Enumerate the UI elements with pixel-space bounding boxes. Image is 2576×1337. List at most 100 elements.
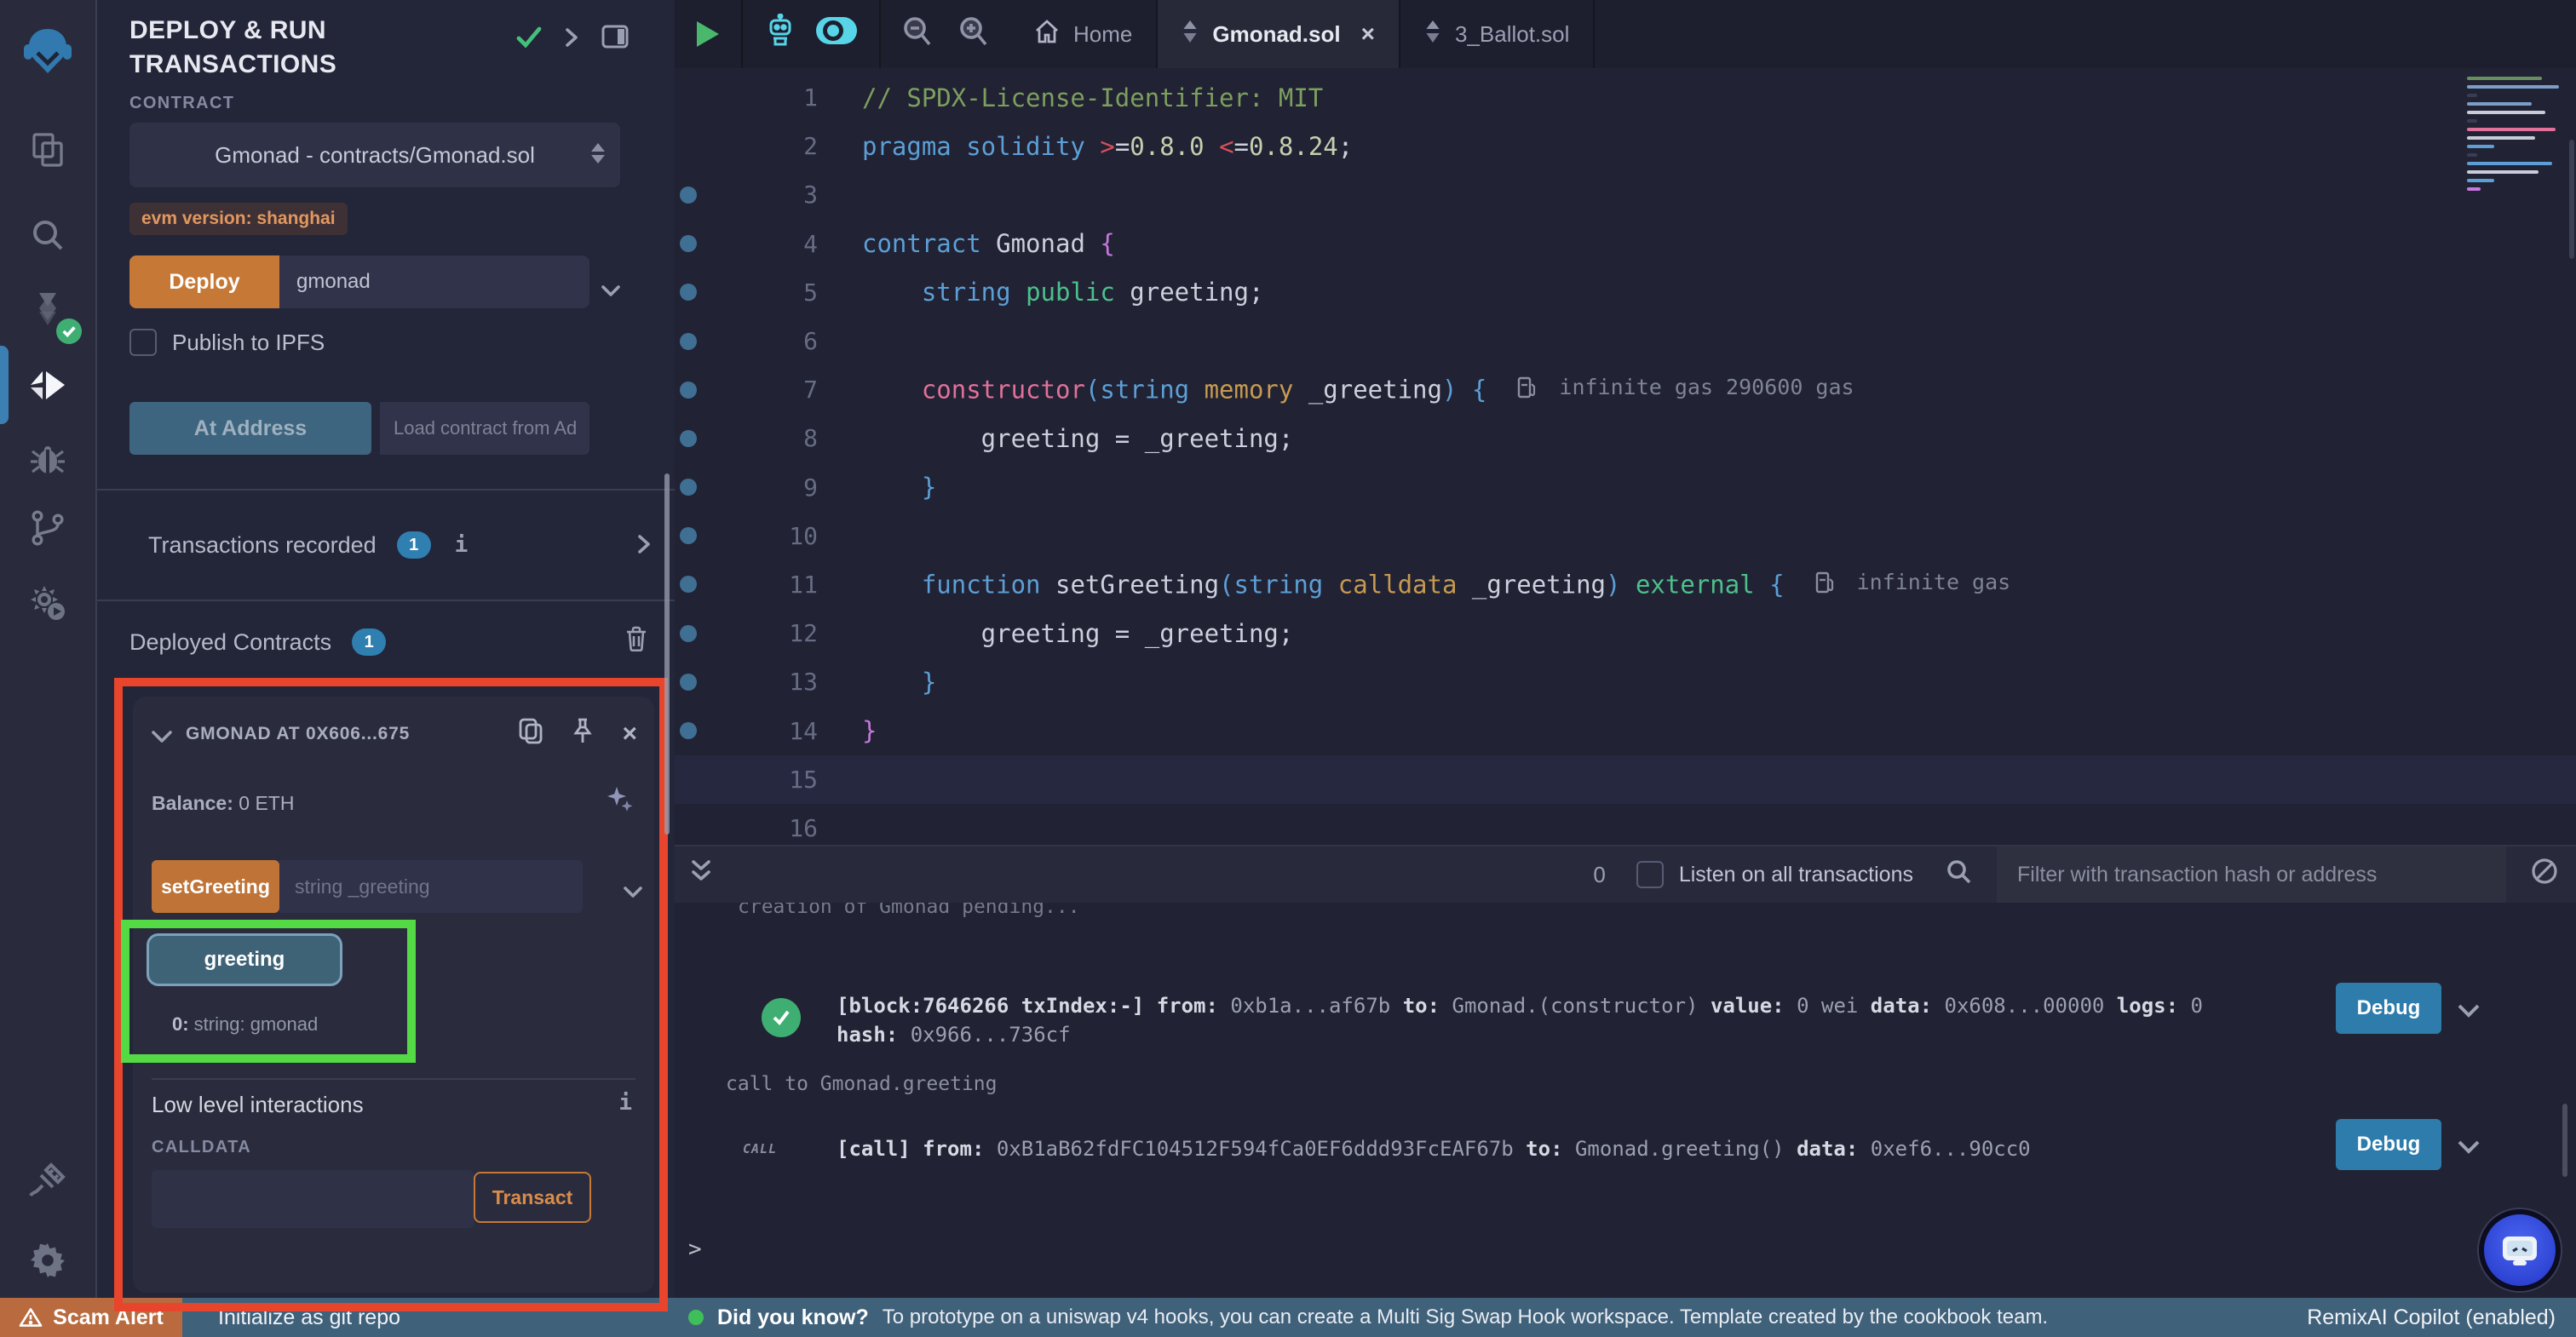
transaction-filter-input[interactable]: [1997, 846, 2506, 903]
code-line-2[interactable]: 2pragma solidity >=0.8.0 <=0.8.24;: [675, 122, 2576, 170]
code-line-6[interactable]: 6: [675, 317, 2576, 365]
copy-address-icon[interactable]: [518, 717, 543, 751]
gutter[interactable]: [675, 284, 702, 301]
code-line-3[interactable]: 3: [675, 170, 2576, 219]
listen-all-checkbox[interactable]: [1636, 861, 1664, 888]
gutter[interactable]: [675, 576, 702, 593]
run-script-button[interactable]: [675, 0, 741, 68]
terminal-body[interactable]: creation of Gmonad pending... > [block:7…: [675, 903, 2576, 1298]
gutter-dot-icon[interactable]: [680, 430, 697, 447]
code-line-10[interactable]: 10: [675, 512, 2576, 560]
scam-alert-badge[interactable]: Scam Alert: [0, 1298, 182, 1337]
sparkles-ai-icon[interactable]: [605, 785, 634, 821]
publish-ipfs-checkbox[interactable]: [129, 329, 157, 356]
trash-icon[interactable]: [625, 626, 647, 658]
debug-button[interactable]: Debug: [2336, 983, 2441, 1034]
setgreeting-arg-input[interactable]: [279, 860, 583, 913]
tab-Gmonad.sol[interactable]: Gmonad.sol×: [1158, 0, 1400, 68]
zoom-out-icon[interactable]: [901, 14, 934, 54]
solidity-compiler-icon[interactable]: [0, 279, 95, 341]
gutter[interactable]: [675, 722, 702, 739]
code-line-16[interactable]: 16: [675, 804, 2576, 845]
pin-icon[interactable]: [571, 717, 595, 751]
settings-icon[interactable]: [0, 1230, 95, 1291]
panel-collapse-icon[interactable]: [564, 24, 579, 55]
code-editor[interactable]: 1// SPDX-License-Identifier: MIT2pragma …: [675, 68, 2576, 845]
debug-button[interactable]: Debug: [2336, 1119, 2441, 1170]
editor-minimap[interactable]: [2467, 77, 2566, 196]
gutter-dot-icon[interactable]: [680, 235, 697, 252]
file-explorer-icon[interactable]: [0, 119, 95, 181]
gutter-dot-icon[interactable]: [680, 722, 697, 739]
code-line-11[interactable]: 11 function setGreeting(string calldata …: [675, 560, 2576, 609]
code-line-12[interactable]: 12 greeting = _greeting;: [675, 609, 2576, 657]
deploy-button[interactable]: Deploy: [129, 255, 279, 308]
code-line-4[interactable]: 4contract Gmonad {: [675, 220, 2576, 268]
remix-logo-icon[interactable]: [0, 22, 95, 83]
gutter[interactable]: [675, 235, 702, 252]
plug-icon[interactable]: [0, 1150, 95, 1211]
gutter-dot-icon[interactable]: [680, 284, 697, 301]
tx-log-block[interactable]: [block:7646266 txIndex:-] from: 0xb1a...…: [837, 991, 2319, 1049]
gutter-dot-icon[interactable]: [680, 576, 697, 593]
at-address-button[interactable]: At Address: [129, 402, 371, 455]
gutter[interactable]: [675, 382, 702, 399]
gutter-dot-icon[interactable]: [680, 382, 697, 399]
expand-tx-chevron-icon[interactable]: [2457, 1129, 2481, 1162]
terminal-search-icon[interactable]: [1944, 857, 1973, 892]
gutter-dot-icon[interactable]: [680, 674, 697, 691]
transactions-recorded-row[interactable]: Transactions recorded 1 i: [97, 491, 675, 600]
gutter[interactable]: [675, 527, 702, 544]
code-line-8[interactable]: 8 greeting = _greeting;: [675, 414, 2576, 462]
expand-chevron-icon[interactable]: [637, 530, 651, 561]
code-line-7[interactable]: 7 constructor(string memory _greeting) {…: [675, 365, 2576, 414]
remixai-assistant-button[interactable]: [2479, 1209, 2561, 1291]
tab-Home[interactable]: Home: [1010, 0, 1158, 68]
call-log-block[interactable]: [call] from: 0xB1aB62fdFC104512F594fCa0E…: [837, 1134, 2319, 1163]
code-line-15[interactable]: 15: [675, 755, 2576, 804]
code-line-5[interactable]: 5 string public greeting;: [675, 268, 2576, 317]
gutter[interactable]: [675, 333, 702, 350]
remixai-robot-icon[interactable]: [763, 14, 797, 55]
git-icon[interactable]: [0, 497, 95, 559]
gutter-dot-icon[interactable]: [680, 527, 697, 544]
gutter-dot-icon[interactable]: [680, 625, 697, 642]
contract-select[interactable]: Gmonad - contracts/Gmonad.sol: [129, 123, 620, 187]
expand-terminal-icon[interactable]: [690, 858, 712, 891]
setgreeting-button[interactable]: setGreeting: [152, 860, 279, 913]
close-instance-icon[interactable]: ×: [622, 721, 637, 747]
gutter-dot-icon[interactable]: [680, 479, 697, 496]
deploy-run-icon[interactable]: [0, 354, 95, 416]
editor-scrollbar[interactable]: [2569, 140, 2574, 259]
at-address-input[interactable]: [380, 402, 589, 455]
panel-layout-icon[interactable]: [601, 24, 629, 55]
gutter-dot-icon[interactable]: [680, 333, 697, 350]
code-line-14[interactable]: 14}: [675, 706, 2576, 755]
plugin-manager-icon[interactable]: [0, 572, 95, 634]
setgreeting-expand-chevron-icon[interactable]: [624, 874, 642, 905]
panel-scrollbar[interactable]: [664, 473, 670, 835]
constructor-arg-input[interactable]: [279, 255, 589, 308]
clear-console-icon[interactable]: [2530, 857, 2559, 892]
greeting-button[interactable]: greeting: [147, 933, 342, 986]
code-line-13[interactable]: 13 }: [675, 657, 2576, 706]
code-line-1[interactable]: 1// SPDX-License-Identifier: MIT: [675, 73, 2576, 122]
terminal-prompt[interactable]: >: [688, 1237, 702, 1262]
gutter[interactable]: [675, 479, 702, 496]
search-icon[interactable]: [0, 204, 95, 266]
gutter[interactable]: [675, 625, 702, 642]
tab-3_Ballot.sol[interactable]: 3_Ballot.sol: [1400, 0, 1595, 68]
git-init-button[interactable]: Initialize as git repo: [218, 1298, 400, 1337]
gutter[interactable]: [675, 674, 702, 691]
info-icon[interactable]: i: [455, 532, 469, 558]
tab-close-icon[interactable]: ×: [1361, 20, 1375, 48]
zoom-in-icon[interactable]: [957, 14, 990, 54]
collapse-chevron-icon[interactable]: [152, 719, 172, 750]
code-line-9[interactable]: 9 }: [675, 463, 2576, 512]
info-icon[interactable]: i: [618, 1090, 632, 1116]
deploy-expand-chevron-icon[interactable]: [601, 273, 620, 304]
expand-tx-chevron-icon[interactable]: [2457, 993, 2481, 1025]
terminal-scrollbar[interactable]: [2562, 1104, 2567, 1177]
copilot-toggle-icon[interactable]: [814, 15, 859, 53]
calldata-input[interactable]: [152, 1170, 474, 1228]
